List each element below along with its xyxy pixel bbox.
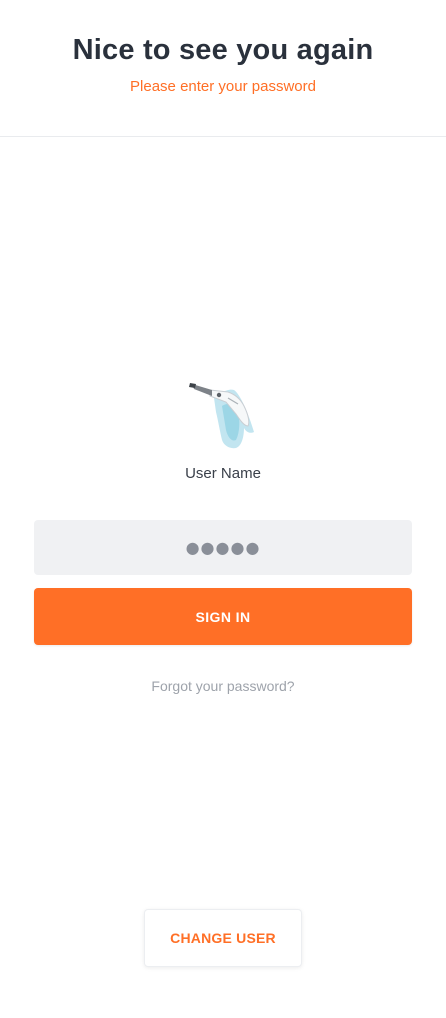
password-input[interactable] [34, 520, 412, 575]
user-name-label: User Name [185, 465, 261, 482]
page-title: Nice to see you again [72, 34, 374, 66]
change-user-button[interactable]: CHANGE USER [144, 909, 302, 967]
page-subtitle: Please enter your password [130, 78, 316, 95]
forgot-password-link[interactable]: Forgot your password? [0, 676, 446, 696]
user-avatar-image [189, 383, 254, 449]
page-header: Nice to see you again Please enter your … [0, 0, 446, 137]
sign-in-button[interactable]: SIGN IN [34, 588, 412, 645]
